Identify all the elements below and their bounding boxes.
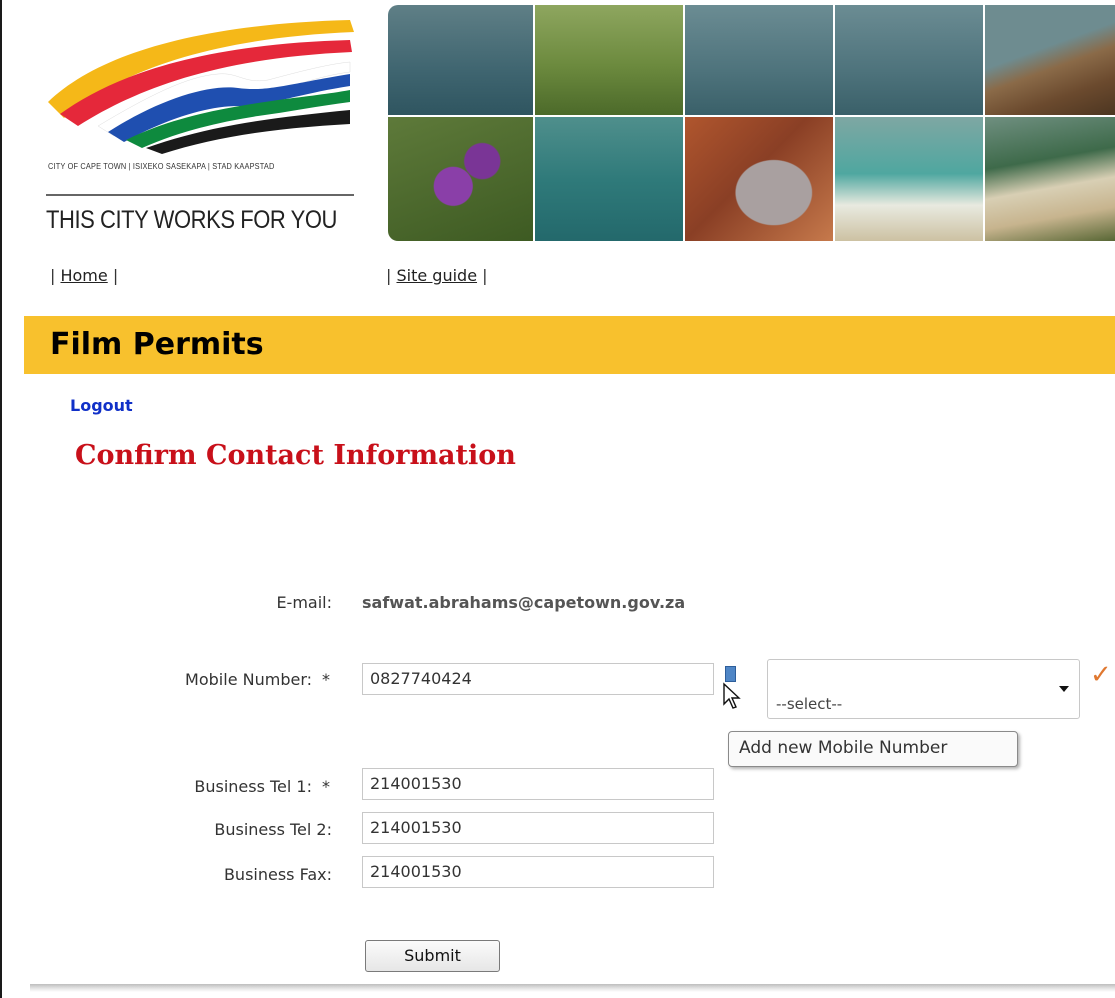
submit-button[interactable]: Submit — [365, 940, 500, 972]
required-mark: * — [322, 670, 330, 689]
add-mobile-icon[interactable] — [725, 666, 736, 682]
photo-beach-tile — [835, 117, 983, 241]
business-fax-input[interactable]: 214001530 — [362, 856, 714, 888]
photo-sea-tile — [835, 5, 983, 115]
home-link[interactable]: Home — [60, 266, 107, 285]
email-label: E-mail: — [276, 593, 332, 612]
header-photo-mosaic — [388, 5, 1115, 241]
photo-flower-tile — [388, 117, 533, 241]
business-tel2-input[interactable]: 214001530 — [362, 812, 714, 844]
mobile-label-wrap: Mobile Number: * — [185, 670, 330, 689]
mobile-number-select[interactable]: --select-- — [767, 659, 1080, 719]
check-icon: ✓ — [1090, 660, 1112, 690]
city-names-text: CITY OF CAPE TOWN | ISIXEKO SASEKAPA | S… — [48, 162, 275, 171]
business-tel1-input[interactable]: 214001530 — [362, 768, 714, 800]
banner-title: Film Permits — [50, 327, 264, 362]
photo-fish-tile — [685, 117, 833, 241]
fax-label: Business Fax: — [223, 865, 332, 884]
photo-cliff-tile — [985, 5, 1115, 115]
tel2-label: Business Tel 2: — [214, 820, 332, 839]
tel1-label-wrap: Business Tel 1: * — [194, 777, 330, 796]
chevron-down-icon — [1059, 686, 1069, 692]
nav-home: | Home | — [50, 266, 119, 285]
required-mark: * — [322, 777, 330, 796]
page-banner: Film Permits — [24, 316, 1115, 374]
bottom-shadow — [30, 984, 1115, 992]
mobile-label: Mobile Number: — [185, 670, 312, 689]
page-title: Confirm Contact Information — [75, 440, 516, 471]
logo-divider — [46, 194, 354, 196]
email-value: safwat.abrahams@capetown.gov.za — [362, 593, 686, 612]
tel1-label: Business Tel 1: — [194, 777, 312, 796]
logo-swoosh-icon — [48, 20, 354, 154]
nav-site-guide: | Site guide | — [386, 266, 488, 285]
site-guide-link[interactable]: Site guide — [396, 266, 477, 285]
select-value: --select-- — [776, 695, 843, 713]
mouse-pointer-icon — [723, 682, 741, 709]
photo-antelope-tile — [535, 5, 683, 115]
add-mobile-tooltip: Add new Mobile Number — [728, 731, 1018, 767]
tagline: THIS CITY WORKS FOR YOU — [46, 206, 337, 234]
mobile-number-input[interactable]: 0827740424 — [362, 663, 714, 695]
logout-link[interactable]: Logout — [70, 396, 133, 415]
photo-coast-tile — [985, 117, 1115, 241]
photo-sea-tile — [388, 5, 533, 115]
photo-water-tile — [535, 117, 683, 241]
photo-sea-tile — [685, 5, 833, 115]
city-logo: CITY OF CAPE TOWN | ISIXEKO SASEKAPA | S… — [38, 14, 358, 244]
